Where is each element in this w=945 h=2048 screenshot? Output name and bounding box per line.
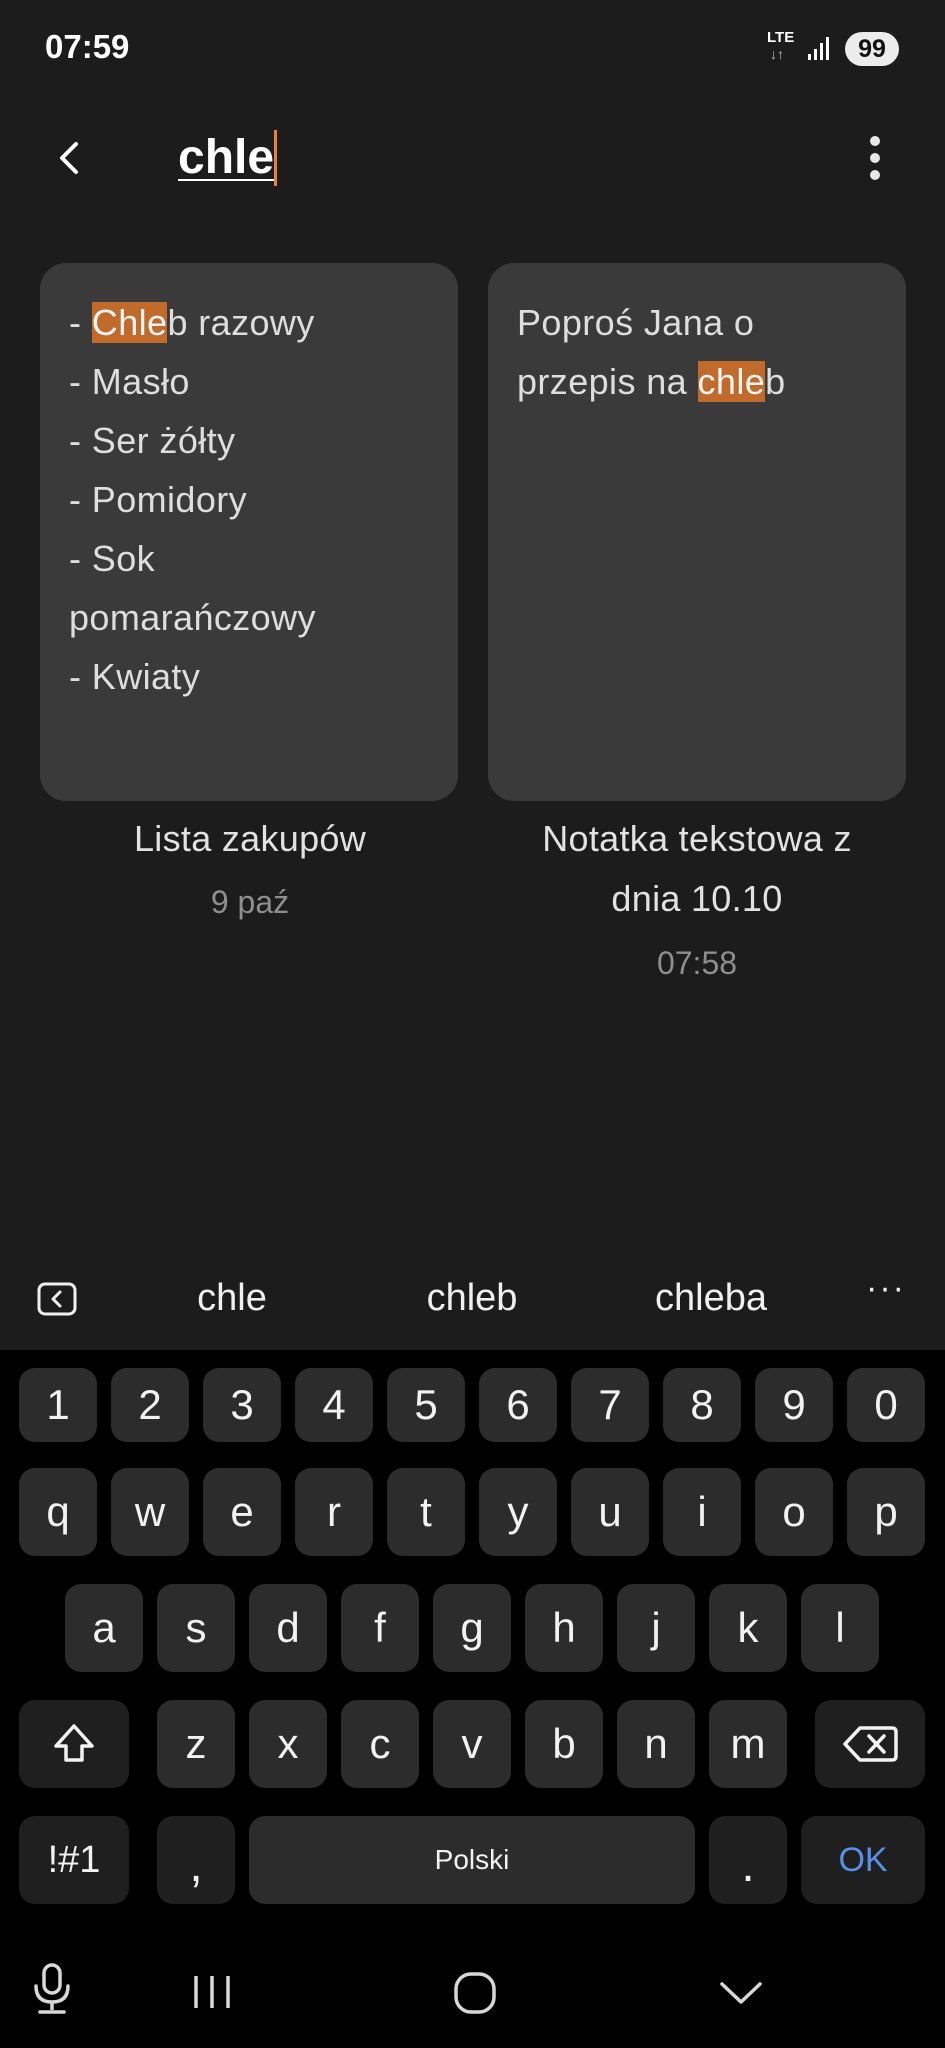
- key-y[interactable]: y: [479, 1468, 557, 1556]
- key-l[interactable]: l: [801, 1584, 879, 1672]
- period-key[interactable]: .: [709, 1816, 787, 1904]
- note-date: 9 paź: [210, 884, 290, 920]
- key-q[interactable]: q: [19, 1468, 97, 1556]
- key-z[interactable]: z: [157, 1700, 235, 1788]
- keyboard-toolbar-toggle-icon[interactable]: [37, 1282, 77, 1316]
- key-8[interactable]: 8: [663, 1368, 741, 1442]
- note-line: - Ser żółty: [69, 420, 236, 461]
- key-s[interactable]: s: [157, 1584, 235, 1672]
- recent-apps-icon[interactable]: [190, 1972, 234, 2012]
- key-t[interactable]: t: [387, 1468, 465, 1556]
- key-k[interactable]: k: [709, 1584, 787, 1672]
- note-preview-text: Poproś Jana o przepis na chleb: [517, 293, 882, 411]
- search-match-highlight: Chle: [91, 302, 168, 343]
- backspace-icon: [843, 1726, 898, 1762]
- note-line: Poproś Jana o: [517, 302, 755, 343]
- more-options-icon-dot: [870, 153, 880, 163]
- note-date: 07:58: [656, 945, 738, 981]
- note-preview-text: - Chleb razowy - Masło - Ser żółty - Pom…: [69, 293, 434, 706]
- network-type-label: LTE: [767, 29, 795, 46]
- key-r[interactable]: r: [295, 1468, 373, 1556]
- key-p[interactable]: p: [847, 1468, 925, 1556]
- text-cursor: [274, 130, 277, 186]
- key-9[interactable]: 9: [755, 1368, 833, 1442]
- space-key[interactable]: Polski: [249, 1816, 695, 1904]
- note-title: Notatka tekstowa z: [542, 818, 852, 859]
- key-6[interactable]: 6: [479, 1368, 557, 1442]
- key-f[interactable]: f: [341, 1584, 419, 1672]
- key-0[interactable]: 0: [847, 1368, 925, 1442]
- key-n[interactable]: n: [617, 1700, 695, 1788]
- note-line: - Sok: [69, 538, 156, 579]
- key-5[interactable]: 5: [387, 1368, 465, 1442]
- key-7[interactable]: 7: [571, 1368, 649, 1442]
- key-c[interactable]: c: [341, 1700, 419, 1788]
- back-button[interactable]: [40, 128, 100, 188]
- more-options-icon-dot: [870, 136, 880, 146]
- note-line: - Pomidory: [69, 479, 248, 520]
- key-1[interactable]: 1: [19, 1368, 97, 1442]
- key-i[interactable]: i: [663, 1468, 741, 1556]
- keyboard-suggestion-bar: chle chleb chleba ···: [0, 1255, 945, 1350]
- search-match-highlight: chle: [697, 361, 766, 402]
- note-card-text-note[interactable]: Poproś Jana o przepis na chleb: [488, 263, 906, 801]
- note-title: Lista zakupów: [133, 818, 367, 859]
- status-time: 07:59: [45, 28, 130, 65]
- battery-indicator: 99: [845, 32, 899, 66]
- microphone-icon[interactable]: [30, 1962, 74, 2016]
- key-3[interactable]: 3: [203, 1368, 281, 1442]
- key-2[interactable]: 2: [111, 1368, 189, 1442]
- symbols-key[interactable]: !#1: [19, 1816, 129, 1904]
- key-x[interactable]: x: [249, 1700, 327, 1788]
- home-icon[interactable]: [452, 1970, 498, 2016]
- suggestion-word[interactable]: chleba: [611, 1277, 811, 1320]
- note-card-shopping-list[interactable]: - Chleb razowy - Masło - Ser żółty - Pom…: [40, 263, 458, 801]
- key-h[interactable]: h: [525, 1584, 603, 1672]
- key-j[interactable]: j: [617, 1584, 695, 1672]
- signal-strength-icon: [808, 37, 829, 60]
- note-line: przepis na chleb: [517, 361, 786, 402]
- key-a[interactable]: a: [65, 1584, 143, 1672]
- more-options-button[interactable]: [860, 128, 890, 188]
- note-line: pomarańczowy: [69, 597, 316, 638]
- note-line: - Chleb razowy: [69, 302, 315, 343]
- key-e[interactable]: e: [203, 1468, 281, 1556]
- shift-key[interactable]: [19, 1700, 129, 1788]
- chevron-left-icon: [60, 142, 78, 174]
- note-title-continued: dnia 10.10: [611, 878, 783, 919]
- search-input[interactable]: [178, 124, 738, 190]
- note-line: - Masło: [69, 361, 190, 402]
- key-o[interactable]: o: [755, 1468, 833, 1556]
- ok-key[interactable]: OK: [801, 1816, 925, 1904]
- key-d[interactable]: d: [249, 1584, 327, 1672]
- suggestion-word[interactable]: chle: [132, 1277, 332, 1320]
- key-b[interactable]: b: [525, 1700, 603, 1788]
- system-navigation-bar: [0, 1932, 945, 2048]
- key-g[interactable]: g: [433, 1584, 511, 1672]
- key-m[interactable]: m: [709, 1700, 787, 1788]
- more-options-icon-dot: [870, 170, 880, 180]
- more-suggestions-icon[interactable]: ···: [866, 1269, 906, 1308]
- key-w[interactable]: w: [111, 1468, 189, 1556]
- key-4[interactable]: 4: [295, 1368, 373, 1442]
- status-bar: 07:59 LTE ↓↑ 99: [0, 0, 945, 100]
- suggestion-word[interactable]: chleb: [372, 1277, 572, 1320]
- note-line: - Kwiaty: [69, 656, 201, 697]
- shift-arrow-icon: [54, 1724, 94, 1762]
- backspace-key[interactable]: [815, 1700, 925, 1788]
- comma-key[interactable]: ,: [157, 1816, 235, 1904]
- on-screen-keyboard: 1 2 3 4 5 6 7 8 9 0 q w e r t y u i o p …: [0, 1350, 945, 1932]
- key-v[interactable]: v: [433, 1700, 511, 1788]
- data-activity-icon: ↓↑: [770, 46, 784, 62]
- key-u[interactable]: u: [571, 1468, 649, 1556]
- hide-keyboard-chevron-down-icon[interactable]: [716, 1976, 766, 2010]
